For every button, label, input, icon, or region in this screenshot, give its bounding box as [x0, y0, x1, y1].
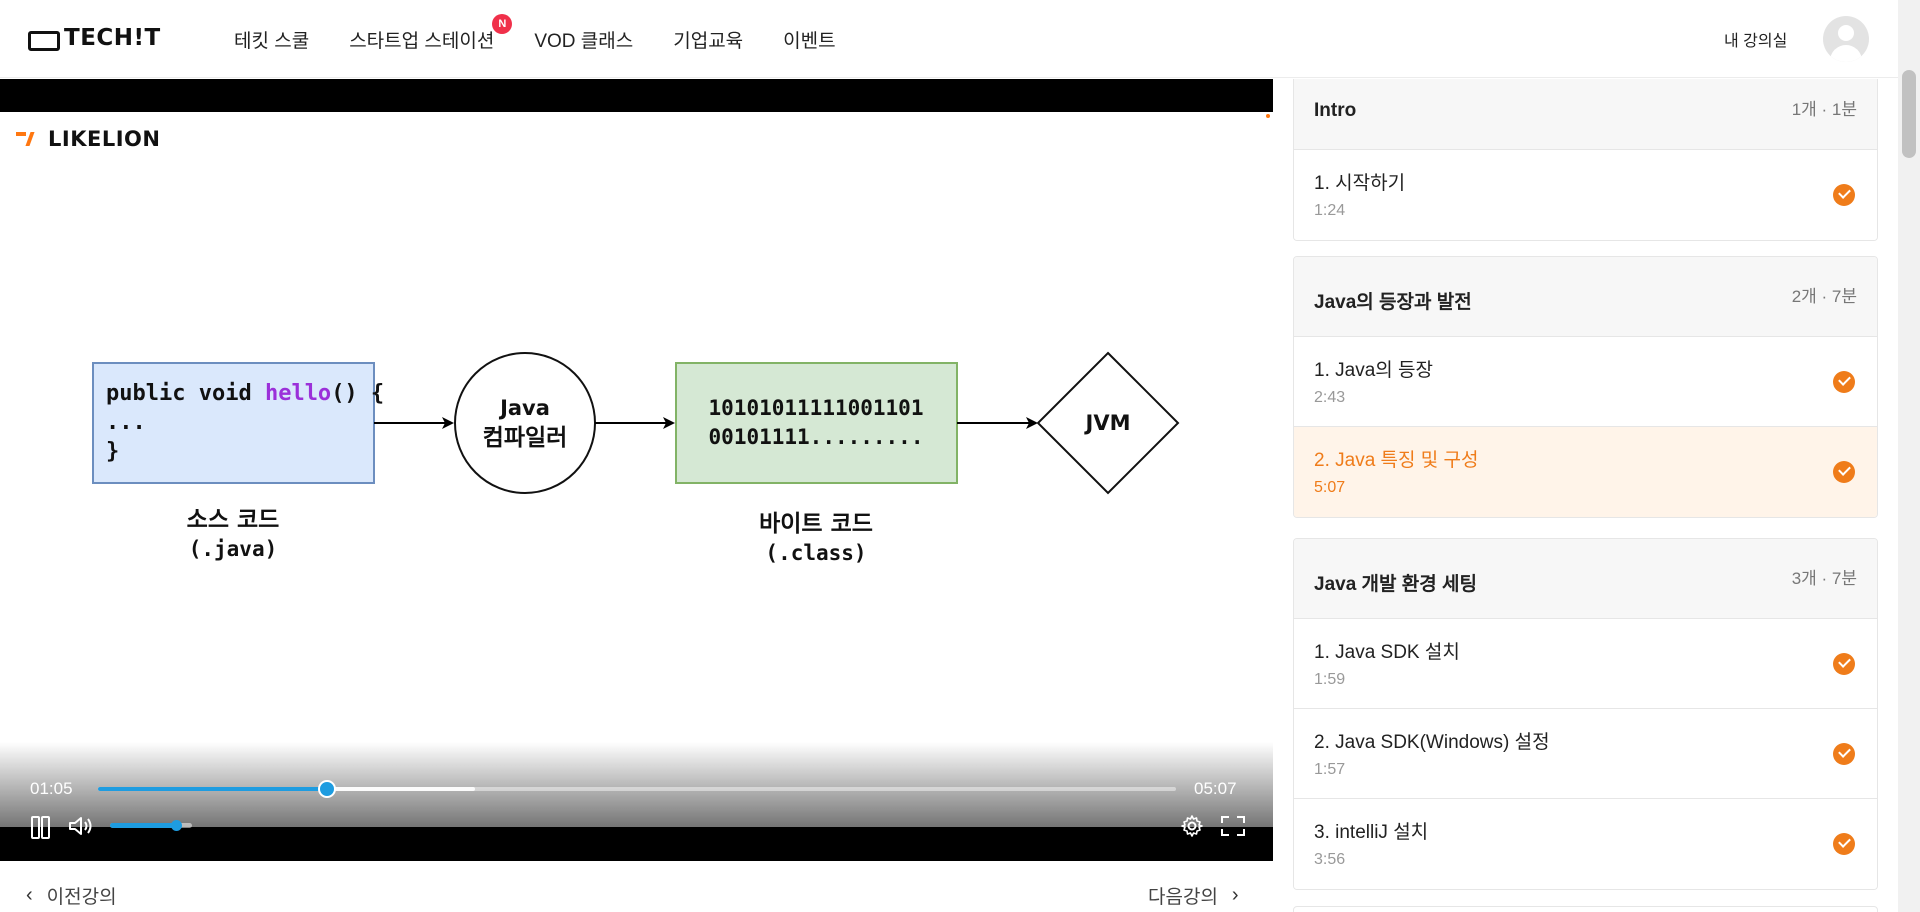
- scrollbar-thumb[interactable]: [1902, 70, 1916, 158]
- volume-level: [110, 823, 176, 828]
- source-code-ext: (.java): [189, 537, 278, 561]
- bytecode-box: [675, 362, 958, 484]
- code-line-2: ...: [106, 410, 146, 435]
- main-nav: 테킷 스쿨 스타트업 스테이션 N VOD 클래스 기업교육 이벤트: [234, 13, 876, 54]
- completed-check-icon: [1833, 461, 1855, 483]
- player-controls: 01:05 05:07: [0, 742, 1273, 839]
- lecture-slide: LIKELION public void hello() { ... } Jav…: [0, 112, 1273, 827]
- lesson-duration: 2:43: [1314, 389, 1346, 406]
- user-avatar[interactable]: [1823, 16, 1869, 62]
- completed-check-icon: [1833, 833, 1855, 855]
- prev-lecture-label: 이전강의: [46, 887, 117, 908]
- prev-lecture-button[interactable]: ‹ 이전강의: [26, 882, 117, 909]
- completed-check-icon: [1833, 743, 1855, 765]
- bytecode-line-2: 00101111.........: [709, 425, 924, 449]
- section-header[interactable]: Java의 등장과 발전 2개 · 7분: [1294, 257, 1877, 337]
- new-badge: N: [492, 13, 513, 34]
- seek-thumb[interactable]: [317, 780, 336, 798]
- lesson-duration: 5:07: [1314, 479, 1346, 496]
- top-header: TECH!T 테킷 스쿨 스타트업 스테이션 N VOD 클래스 기업교육 이벤…: [0, 0, 1898, 78]
- lesson-item[interactable]: 1. Java의 등장 2:43: [1294, 337, 1877, 427]
- nav-item-events[interactable]: 이벤트: [783, 26, 835, 53]
- lesson-item[interactable]: 3. intelliJ 설치 3:56: [1294, 799, 1877, 889]
- code-line-1: public void hello() {: [106, 381, 384, 406]
- pause-icon[interactable]: [30, 816, 50, 839]
- compiler-label-2: 컴파일러: [483, 425, 568, 451]
- section-header[interactable]: Java 개발 환경 세팅 3개 · 7분: [1294, 539, 1877, 619]
- curriculum-section: Java의 등장과 발전 2개 · 7분 1. Java의 등장 2:43 2.…: [1293, 256, 1878, 518]
- total-time: 05:07: [1194, 779, 1237, 798]
- section-title: Intro: [1314, 100, 1357, 121]
- lecture-navigation: ‹ 이전강의 다음강의 ›: [0, 862, 1273, 912]
- gear-icon[interactable]: [1181, 815, 1203, 837]
- chevron-right-icon: ›: [1231, 884, 1239, 906]
- nav-item-startup-station[interactable]: 스타트업 스테이션 N: [349, 13, 513, 53]
- section-title: Java의 등장과 발전: [1314, 292, 1472, 313]
- curriculum-section: Intro 1개 · 1분 1. 시작하기 1:24: [1293, 79, 1878, 241]
- lesson-duration: 3:56: [1314, 851, 1346, 868]
- section-meta: 1개 · 1분: [1791, 100, 1857, 119]
- nav-item-vod-class[interactable]: VOD 클래스: [534, 26, 633, 53]
- lesson-item-active[interactable]: 2. Java 특징 및 구성 5:07: [1294, 427, 1877, 517]
- lesson-title: 3. intelliJ 설치: [1314, 822, 1429, 843]
- lesson-title: 1. Java의 등장: [1314, 360, 1433, 381]
- chevron-left-icon: ‹: [26, 884, 33, 906]
- bytecode-line-1: 10101011111001101: [709, 396, 924, 420]
- completed-check-icon: [1833, 653, 1855, 675]
- page-scrollbar[interactable]: [1898, 0, 1920, 912]
- volume-slider[interactable]: [110, 820, 192, 831]
- curriculum-section: [1293, 906, 1878, 912]
- fullscreen-icon[interactable]: [1221, 816, 1245, 836]
- techit-logo-icon: [28, 29, 60, 51]
- my-classroom-link[interactable]: 내 강의실: [1724, 27, 1787, 51]
- section-meta: 3개 · 7분: [1791, 569, 1857, 588]
- nav-item-corporate-training[interactable]: 기업교육: [673, 26, 743, 53]
- lesson-item[interactable]: 2. Java SDK(Windows) 설정 1:57: [1294, 709, 1877, 799]
- compile-diagram: public void hello() { ... } Java 컴파일러 10…: [92, 351, 1180, 565]
- compiler-circle: [454, 352, 596, 494]
- section-header[interactable]: Intro 1개 · 1분: [1294, 79, 1877, 150]
- source-code-label: 소스 코드: [187, 507, 280, 533]
- section-title: Java 개발 환경 세팅: [1314, 574, 1477, 595]
- compiler-label-1: Java: [498, 396, 550, 420]
- lesson-duration: 1:57: [1314, 761, 1346, 778]
- lesson-title: 2. Java SDK(Windows) 설정: [1314, 732, 1550, 753]
- lesson-item[interactable]: 1. 시작하기 1:24: [1294, 150, 1877, 240]
- curriculum-section: Java 개발 환경 세팅 3개 · 7분 1. Java SDK 설치 1:5…: [1293, 538, 1878, 890]
- logo-text: TECH!T: [64, 25, 161, 51]
- nav-item-techit-school[interactable]: 테킷 스쿨: [234, 26, 309, 53]
- completed-check-icon: [1833, 184, 1855, 206]
- volume-thumb[interactable]: [170, 820, 182, 831]
- lesson-title: 1. Java SDK 설치: [1314, 642, 1460, 663]
- code-line-3: }: [106, 439, 119, 464]
- current-time: 01:05: [30, 779, 73, 798]
- volume-icon[interactable]: [68, 816, 94, 836]
- jvm-label: JVM: [1084, 411, 1131, 435]
- video-player[interactable]: LIKELION public void hello() { ... } Jav…: [0, 79, 1273, 861]
- lesson-title: 2. Java 특징 및 구성: [1314, 450, 1479, 471]
- lesson-item[interactable]: 1. Java SDK 설치 1:59: [1294, 619, 1877, 709]
- played-bar: [98, 787, 327, 791]
- nav-item-label: 스타트업 스테이션: [349, 30, 495, 52]
- bytecode-ext: (.class): [765, 541, 866, 565]
- lesson-duration: 1:24: [1314, 202, 1346, 219]
- seek-bar[interactable]: [98, 780, 1176, 798]
- lesson-duration: 1:59: [1314, 671, 1346, 688]
- techit-logo[interactable]: TECH!T: [28, 24, 161, 52]
- completed-check-icon: [1833, 371, 1855, 393]
- curriculum-sidebar: Intro 1개 · 1분 1. 시작하기 1:24 Java의 등장과 발전 …: [1273, 79, 1898, 912]
- next-lecture-label: 다음강의: [1148, 887, 1218, 908]
- bytecode-label: 바이트 코드: [759, 511, 873, 537]
- lesson-title: 1. 시작하기: [1314, 173, 1406, 194]
- section-meta: 2개 · 7분: [1791, 287, 1857, 306]
- next-lecture-button[interactable]: 다음강의 ›: [1148, 882, 1239, 909]
